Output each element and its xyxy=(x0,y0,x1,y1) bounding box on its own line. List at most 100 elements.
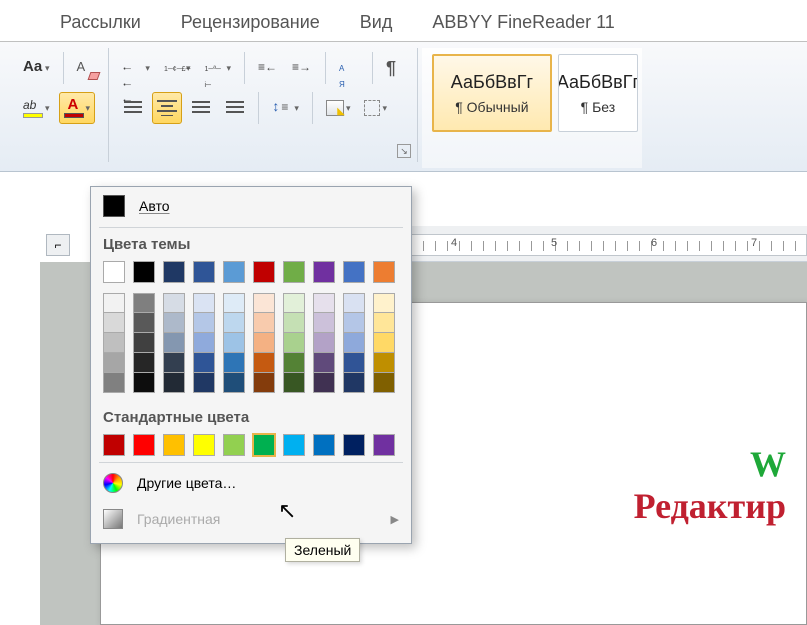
horizontal-ruler[interactable]: 4 5 6 7 xyxy=(410,234,807,256)
color-swatch[interactable] xyxy=(313,373,335,393)
color-swatch[interactable] xyxy=(313,261,335,283)
color-swatch[interactable] xyxy=(343,373,365,393)
line-spacing-button[interactable] xyxy=(267,92,304,124)
color-swatch[interactable] xyxy=(283,434,305,456)
numbering-button[interactable] xyxy=(159,52,196,84)
color-swatch[interactable] xyxy=(223,373,245,393)
color-swatch[interactable] xyxy=(343,353,365,373)
color-swatch[interactable] xyxy=(253,353,275,373)
color-swatch[interactable] xyxy=(343,333,365,353)
increase-indent-button[interactable] xyxy=(287,52,317,84)
color-swatch[interactable] xyxy=(373,293,395,313)
bullets-button[interactable] xyxy=(118,52,155,84)
tab-selector-button[interactable]: ⌐ xyxy=(46,234,70,256)
color-swatch[interactable] xyxy=(253,434,275,456)
color-swatch[interactable] xyxy=(163,293,185,313)
color-swatch[interactable] xyxy=(313,313,335,333)
color-swatch[interactable] xyxy=(283,261,305,283)
color-swatch[interactable] xyxy=(253,293,275,313)
color-swatch[interactable] xyxy=(223,333,245,353)
color-swatch[interactable] xyxy=(343,434,365,456)
color-swatch[interactable] xyxy=(223,313,245,333)
font-color-button[interactable] xyxy=(59,92,96,124)
color-swatch[interactable] xyxy=(103,313,125,333)
color-swatch[interactable] xyxy=(283,373,305,393)
color-swatch[interactable] xyxy=(163,434,185,456)
color-swatch[interactable] xyxy=(103,373,125,393)
borders-button[interactable] xyxy=(359,92,392,124)
align-left-button[interactable] xyxy=(118,92,148,124)
color-swatch[interactable] xyxy=(223,434,245,456)
color-swatch[interactable] xyxy=(253,313,275,333)
style-nospacing[interactable]: АаБбВвГг ¶ Без xyxy=(558,54,638,132)
color-swatch[interactable] xyxy=(373,313,395,333)
paragraph-dialog-launcher[interactable]: ↘ xyxy=(397,144,411,158)
color-swatch[interactable] xyxy=(103,293,125,313)
auto-color-item[interactable]: Авто xyxy=(91,187,411,225)
multilevel-button[interactable] xyxy=(199,52,236,84)
color-swatch[interactable] xyxy=(103,333,125,353)
align-justify-button[interactable] xyxy=(220,92,250,124)
tab-abbyy[interactable]: ABBYY FineReader 11 xyxy=(432,12,614,33)
color-swatch[interactable] xyxy=(373,333,395,353)
show-marks-button[interactable] xyxy=(381,52,411,84)
color-swatch[interactable] xyxy=(133,313,155,333)
color-swatch[interactable] xyxy=(253,333,275,353)
color-swatch[interactable] xyxy=(253,373,275,393)
align-right-button[interactable] xyxy=(186,92,216,124)
color-swatch[interactable] xyxy=(163,353,185,373)
color-swatch[interactable] xyxy=(163,261,185,283)
highlight-button[interactable] xyxy=(18,92,55,124)
color-swatch[interactable] xyxy=(283,313,305,333)
color-swatch[interactable] xyxy=(133,293,155,313)
color-swatch[interactable] xyxy=(313,333,335,353)
tab-view[interactable]: Вид xyxy=(360,12,393,33)
color-swatch[interactable] xyxy=(283,353,305,373)
align-center-button[interactable] xyxy=(152,92,182,124)
style-normal[interactable]: АаБбВвГг ¶ Обычный xyxy=(432,54,552,132)
change-case-button[interactable] xyxy=(18,52,55,84)
color-swatch[interactable] xyxy=(193,353,215,373)
color-swatch[interactable] xyxy=(223,261,245,283)
tab-review[interactable]: Рецензирование xyxy=(181,12,320,33)
color-swatch[interactable] xyxy=(283,333,305,353)
color-swatch[interactable] xyxy=(103,261,125,283)
color-swatch[interactable] xyxy=(313,293,335,313)
color-swatch[interactable] xyxy=(193,373,215,393)
color-swatch[interactable] xyxy=(133,434,155,456)
shading-button[interactable] xyxy=(321,92,356,124)
color-swatch[interactable] xyxy=(373,261,395,283)
color-swatch[interactable] xyxy=(133,261,155,283)
color-swatch[interactable] xyxy=(223,293,245,313)
color-swatch[interactable] xyxy=(343,313,365,333)
tab-mailings[interactable]: Рассылки xyxy=(60,12,141,33)
color-swatch[interactable] xyxy=(313,434,335,456)
color-swatch[interactable] xyxy=(373,353,395,373)
decrease-indent-button[interactable] xyxy=(253,52,283,84)
color-swatch[interactable] xyxy=(163,333,185,353)
color-swatch[interactable] xyxy=(133,373,155,393)
color-swatch[interactable] xyxy=(193,333,215,353)
color-swatch[interactable] xyxy=(253,261,275,283)
color-swatch[interactable] xyxy=(373,434,395,456)
color-swatch[interactable] xyxy=(193,313,215,333)
color-swatch[interactable] xyxy=(373,373,395,393)
color-swatch[interactable] xyxy=(133,333,155,353)
more-colors-item[interactable]: Другие цвета… xyxy=(91,465,411,501)
color-swatch[interactable] xyxy=(103,353,125,373)
color-swatch[interactable] xyxy=(193,261,215,283)
color-swatch[interactable] xyxy=(313,353,335,373)
color-swatch[interactable] xyxy=(193,434,215,456)
divider xyxy=(325,52,326,84)
clear-formatting-button[interactable] xyxy=(72,52,102,84)
color-swatch[interactable] xyxy=(133,353,155,373)
color-swatch[interactable] xyxy=(343,261,365,283)
color-swatch[interactable] xyxy=(163,373,185,393)
color-swatch[interactable] xyxy=(103,434,125,456)
color-swatch[interactable] xyxy=(283,293,305,313)
color-swatch[interactable] xyxy=(193,293,215,313)
color-swatch[interactable] xyxy=(163,313,185,333)
color-swatch[interactable] xyxy=(223,353,245,373)
color-swatch[interactable] xyxy=(343,293,365,313)
sort-button[interactable] xyxy=(334,52,364,84)
